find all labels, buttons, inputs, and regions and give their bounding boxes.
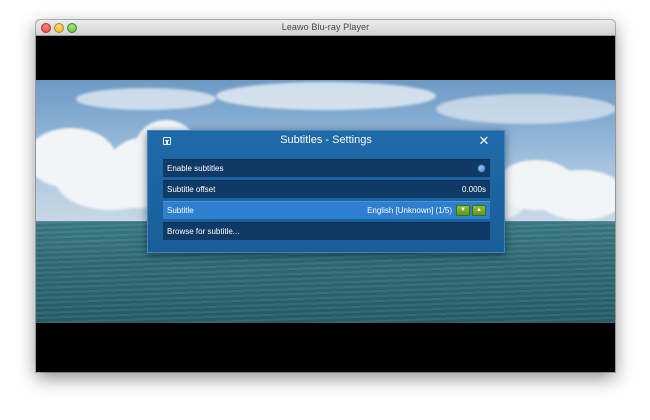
subtitle-track-row[interactable]: Subtitle English [Unknown] (1/5) ▼ ▲ xyxy=(163,201,490,219)
enable-subtitles-row[interactable]: Enable subtitles xyxy=(163,159,490,177)
player-window: Leawo Blu-ray Player Subtitles - Setting… xyxy=(36,20,615,372)
chevron-up-icon[interactable]: ▲ xyxy=(472,205,486,216)
toggle-icon[interactable] xyxy=(477,164,486,173)
subtitles-settings-dialog: Subtitles - Settings ✕ Enable subtitles … xyxy=(147,130,505,253)
close-icon[interactable]: ✕ xyxy=(478,134,490,148)
dialog-title: Subtitles - Settings xyxy=(280,134,372,146)
subtitle-offset-row[interactable]: Subtitle offset 0.000s xyxy=(163,180,490,198)
enable-subtitles-label: Enable subtitles xyxy=(167,164,224,173)
subtitle-offset-value: 0.000s xyxy=(461,185,486,194)
title-bar[interactable]: Leawo Blu-ray Player xyxy=(36,20,615,36)
chevron-down-icon[interactable]: ▼ xyxy=(456,205,470,216)
subtitle-track-value: English [Unknown] (1/5) xyxy=(367,206,452,215)
subtitle-offset-label: Subtitle offset xyxy=(167,185,216,194)
subtitle-track-label: Subtitle xyxy=(167,206,194,215)
browse-subtitle-row[interactable]: Browse for subtitle... xyxy=(163,222,490,240)
browse-subtitle-label: Browse for subtitle... xyxy=(167,227,240,236)
dialog-header: Subtitles - Settings ✕ xyxy=(148,131,504,151)
window-title: Leawo Blu-ray Player xyxy=(281,22,370,32)
